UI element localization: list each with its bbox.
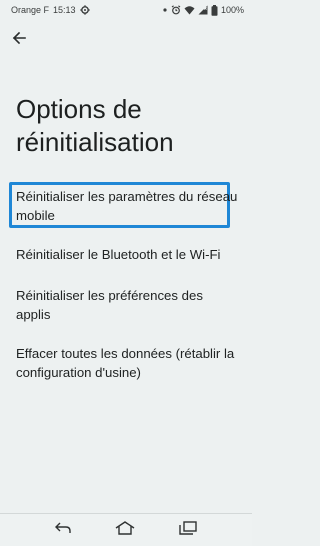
status-left: Orange F 15:13 — [11, 5, 90, 15]
option-reset-bluetooth-wifi[interactable]: Réinitialiser le Bluetooth et le Wi-Fi — [16, 245, 238, 264]
nav-home-button[interactable] — [114, 520, 136, 540]
carrier-label: Orange F — [11, 5, 50, 15]
clock: 15:13 — [53, 5, 76, 15]
option-reset-app-preferences[interactable]: Réinitialiser les préférences des applis — [16, 286, 238, 324]
gear-icon — [79, 5, 90, 15]
battery-percentage: 100% — [220, 5, 244, 15]
navigation-bar — [0, 513, 252, 546]
home-icon — [115, 520, 135, 540]
alarm-icon — [171, 5, 181, 15]
status-right: 100% — [162, 4, 244, 16]
nav-back-button[interactable] — [52, 520, 74, 540]
notification-dot-icon — [162, 5, 168, 15]
option-reset-mobile-network[interactable]: Réinitialiser les paramètres du réseau m… — [16, 187, 238, 225]
recents-icon — [179, 520, 197, 540]
wifi-icon — [184, 5, 195, 15]
option-factory-reset[interactable]: Effacer toutes les données (rétablir la … — [16, 344, 238, 382]
page-title: Options de réinitialisation — [16, 94, 174, 157]
signal-icon — [198, 5, 208, 15]
status-bar: Orange F 15:13 100% — [0, 0, 252, 20]
battery-icon — [211, 4, 218, 16]
back-icon — [54, 521, 72, 540]
nav-recents-button[interactable] — [177, 520, 199, 540]
arrow-left-icon — [12, 31, 26, 50]
back-button[interactable] — [8, 29, 30, 51]
